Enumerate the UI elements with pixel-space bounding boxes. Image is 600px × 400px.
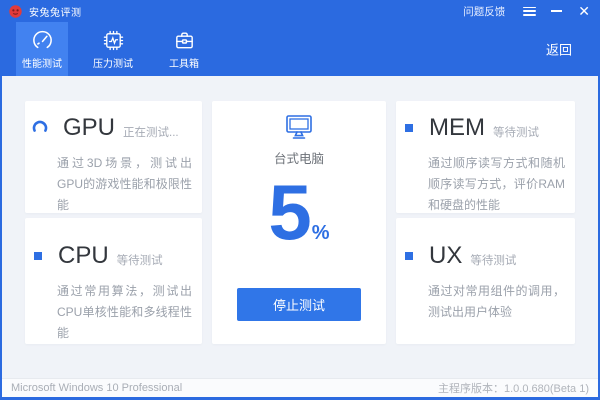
chip-icon bbox=[103, 30, 123, 50]
toolbox-icon bbox=[175, 31, 193, 48]
window-border-left bbox=[0, 0, 2, 400]
titlebar: 安兔兔评测 问题反馈 ✕ bbox=[0, 0, 600, 22]
loading-spinner-icon bbox=[32, 120, 48, 136]
ux-card-title: UX bbox=[429, 242, 463, 269]
cpu-card-status: 等待测试 bbox=[116, 255, 163, 267]
minimize-icon[interactable] bbox=[551, 10, 563, 12]
app-version-label: 主程序版本：1.0.0.680(Beta 1) bbox=[437, 383, 589, 395]
back-button[interactable]: 返回 bbox=[546, 40, 572, 59]
tab-stress-test[interactable]: 压力测试 bbox=[87, 22, 139, 76]
feedback-link[interactable]: 问题反馈 bbox=[463, 4, 505, 19]
square-bullet-icon bbox=[34, 252, 42, 260]
gpu-card-description: 通过3D场景，测试出GPU的游戏性能和极限性能 bbox=[57, 156, 192, 212]
app-logo-icon bbox=[9, 4, 22, 18]
status-bar: Microsoft Windows 10 Professional 主程序版本：… bbox=[0, 378, 600, 397]
cpu-card-title: CPU bbox=[58, 242, 109, 269]
tab-performance-test[interactable]: 性能测试 bbox=[16, 22, 68, 76]
tab-strip: 性能测试 压力测试 工具箱 bbox=[16, 22, 229, 76]
tab-label: 工具箱 bbox=[169, 58, 199, 70]
app-window: 安兔兔评测 问题反馈 ✕ 性能测试 压力测试 工具箱 返回 GPU 正在测试..… bbox=[0, 0, 600, 400]
square-bullet-icon bbox=[405, 252, 413, 260]
progress-readout: 5% bbox=[212, 173, 386, 251]
tab-toolbox[interactable]: 工具箱 bbox=[158, 22, 210, 76]
mem-card-title: MEM bbox=[429, 114, 485, 141]
gpu-card-title: GPU bbox=[63, 114, 116, 141]
close-icon[interactable]: ✕ bbox=[578, 4, 590, 18]
gpu-card-status: 正在测试... bbox=[123, 127, 179, 139]
gauge-icon bbox=[32, 30, 52, 48]
app-title: 安兔兔评测 bbox=[29, 7, 82, 19]
stop-test-button[interactable]: 停止测试 bbox=[237, 288, 361, 321]
percent-sign: % bbox=[311, 222, 330, 244]
mem-card-status: 等待测试 bbox=[493, 127, 539, 139]
nav-bar: 性能测试 压力测试 工具箱 返回 bbox=[0, 22, 600, 76]
content-area: GPU 正在测试... 通过3D场景，测试出GPU的游戏性能和极限性能 CPU … bbox=[0, 76, 600, 378]
ux-card-status: 等待测试 bbox=[470, 255, 517, 267]
ux-test-card: UX 等待测试 通过对常用组件的调用，测试出用户体验 bbox=[396, 218, 575, 344]
hamburger-menu-icon[interactable] bbox=[523, 6, 537, 16]
device-type-label: 台式电脑 bbox=[273, 152, 324, 166]
cpu-test-card: CPU 等待测试 通过常用算法，测试出CPU单核性能和多线程性能 bbox=[25, 218, 202, 344]
tab-label: 性能测试 bbox=[22, 58, 62, 70]
mem-test-card: MEM 等待测试 通过顺序读写方式和随机顺序读写方式，评价RAM和硬盘的性能 bbox=[396, 101, 575, 213]
mem-card-description: 通过顺序读写方式和随机顺序读写方式，评价RAM和硬盘的性能 bbox=[428, 156, 565, 212]
gpu-test-card: GPU 正在测试... 通过3D场景，测试出GPU的游戏性能和极限性能 bbox=[25, 101, 202, 213]
ux-card-description: 通过对常用组件的调用，测试出用户体验 bbox=[428, 284, 565, 319]
cpu-card-description: 通过常用算法，测试出CPU单核性能和多线程性能 bbox=[57, 284, 192, 340]
square-bullet-icon bbox=[405, 124, 413, 132]
os-info-label: Microsoft Windows 10 Professional bbox=[11, 382, 183, 394]
progress-percent-value: 5 bbox=[268, 168, 311, 256]
tab-label: 压力测试 bbox=[93, 58, 133, 70]
progress-card: 台式电脑 5% 停止测试 bbox=[212, 101, 386, 344]
desktop-monitor-icon bbox=[286, 115, 312, 139]
